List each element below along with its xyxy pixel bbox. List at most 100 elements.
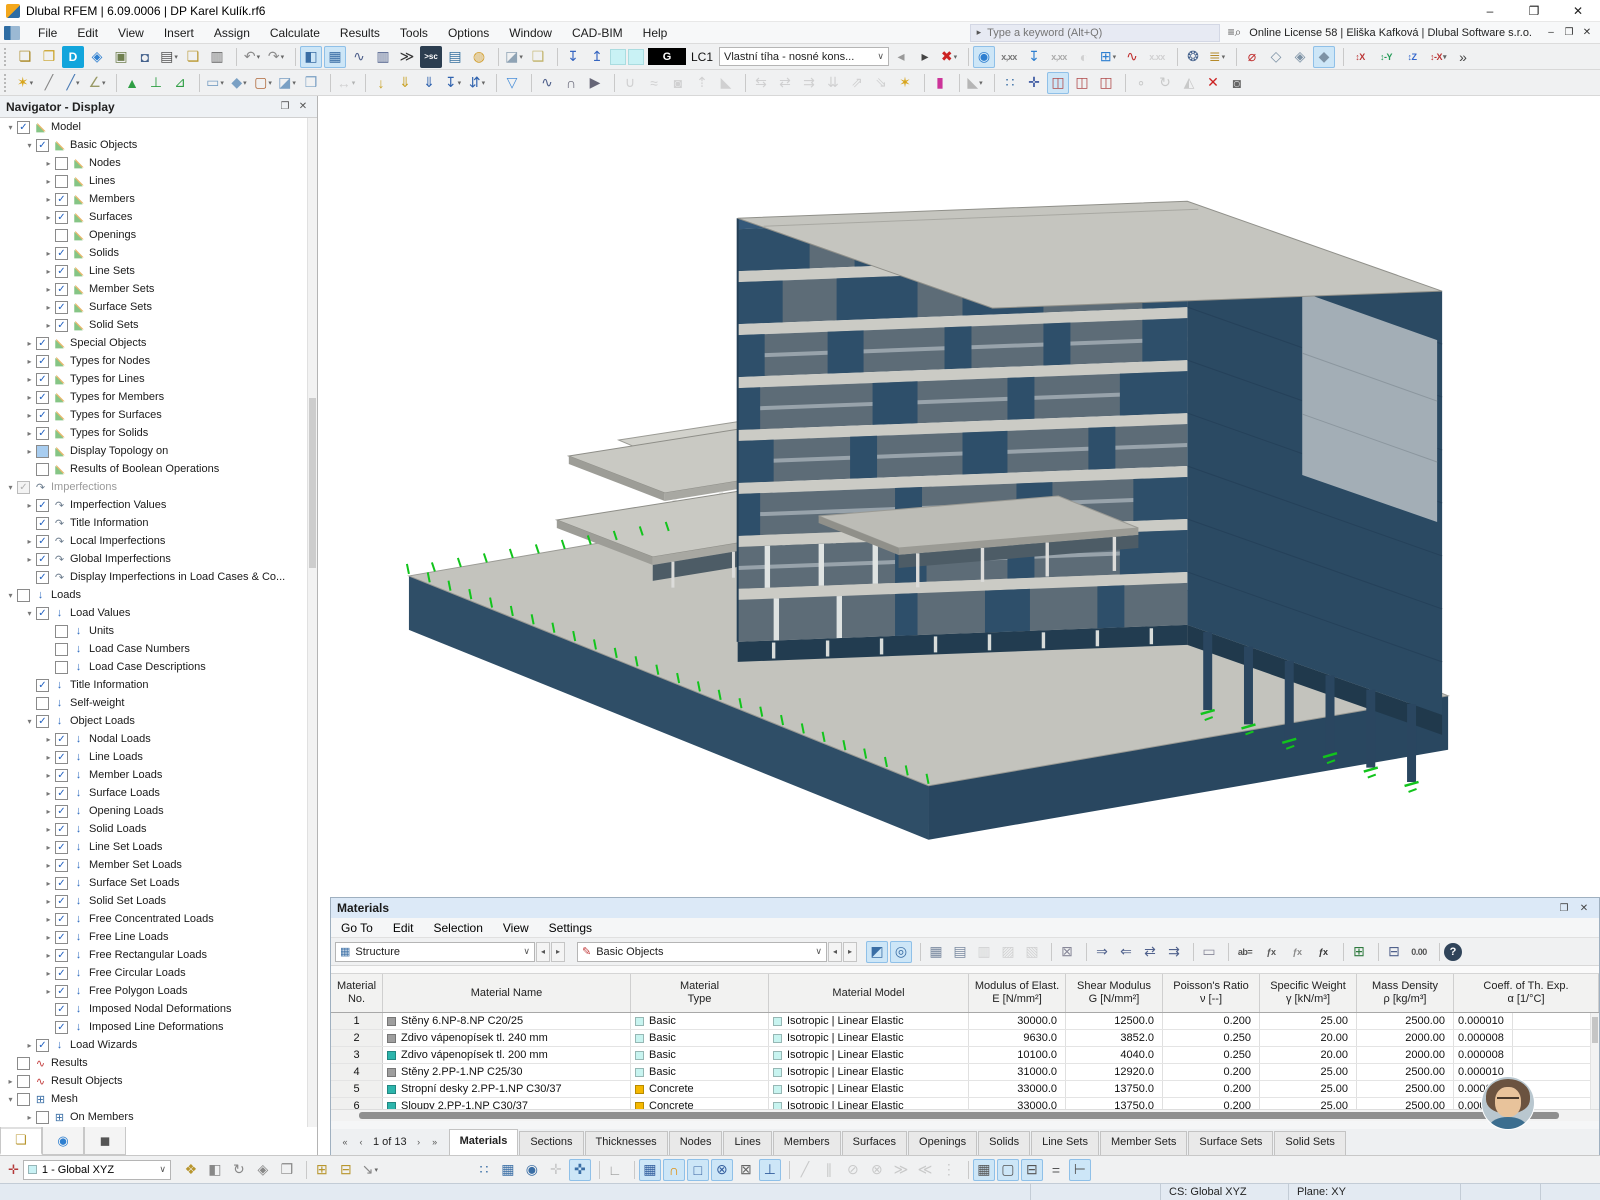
checkbox[interactable]: [36, 534, 49, 548]
cell-material-name[interactable]: Zdivo vápenopísek tl. 240 mm: [383, 1030, 631, 1046]
expander-icon[interactable]: ▸: [42, 969, 55, 978]
wireframe-view-button[interactable]: ◇: [1265, 46, 1287, 68]
toolbar-overflow-button[interactable]: »: [1452, 46, 1474, 68]
tree-item[interactable]: ▾ Model: [0, 118, 307, 136]
tree-item[interactable]: ▸ Line Sets: [0, 262, 307, 280]
tree-item[interactable]: ▸ Nodal Loads: [0, 730, 307, 748]
cell-material-type[interactable]: Basic: [631, 1030, 769, 1046]
tab-openings[interactable]: Openings: [908, 1131, 978, 1155]
equal-spacing-button[interactable]: =: [1045, 1159, 1067, 1181]
section-tool-button[interactable]: ◪: [503, 46, 525, 68]
display-settings-button[interactable]: ◙: [1226, 72, 1248, 94]
cell-shear-modulus[interactable]: 12920.0: [1066, 1064, 1163, 1080]
checkbox[interactable]: [55, 282, 68, 296]
expander-icon[interactable]: ▸: [23, 393, 36, 402]
checkbox[interactable]: [36, 570, 49, 584]
tab-line-sets[interactable]: Line Sets: [1031, 1131, 1099, 1155]
cell-material-model[interactable]: Isotropic | Linear Elastic: [769, 1013, 969, 1029]
tab-surface-sets[interactable]: Surface Sets: [1188, 1131, 1274, 1155]
column-header[interactable]: Material Name: [383, 974, 631, 1012]
last-page-button[interactable]: »: [427, 1137, 443, 1147]
tree-item[interactable]: ▸ Solids: [0, 244, 307, 262]
new-model-button[interactable]: ❏: [14, 46, 36, 68]
tree-item[interactable]: ▾ Load Values: [0, 604, 307, 622]
view-window-button[interactable]: ◧: [204, 1159, 226, 1181]
expander-icon[interactable]: ▸: [42, 285, 55, 294]
expander-icon[interactable]: ▸: [42, 213, 55, 222]
object-snap-button[interactable]: ∘: [1130, 72, 1152, 94]
materials-float-icon[interactable]: ❐: [1555, 903, 1573, 914]
expander-icon[interactable]: ▸: [42, 195, 55, 204]
close-button[interactable]: ✕: [1556, 0, 1600, 21]
new-printout-report-button[interactable]: ❏: [182, 46, 204, 68]
tree-item[interactable]: ▸ Solid Loads: [0, 820, 307, 838]
tree-item[interactable]: ▸ Members: [0, 190, 307, 208]
expander-icon[interactable]: ▾: [23, 141, 36, 150]
table-view-3-button[interactable]: ▥: [973, 941, 995, 963]
checkbox[interactable]: [36, 336, 49, 350]
expander-icon[interactable]: ▸: [23, 375, 36, 384]
new-line-button[interactable]: ╱: [38, 72, 60, 94]
report-table-button[interactable]: ▤: [444, 46, 466, 68]
expander-icon[interactable]: ▾: [4, 483, 17, 492]
previous-load-case-button[interactable]: ◂: [890, 46, 912, 68]
checkbox[interactable]: [36, 498, 49, 512]
navigator-display-tab[interactable]: ◉: [42, 1127, 84, 1155]
new-surface-button[interactable]: ▭: [204, 72, 226, 94]
next-load-case-button[interactable]: ▸: [914, 46, 936, 68]
snap-nearest-button[interactable]: ≫: [890, 1159, 912, 1181]
snap-arc-button[interactable]: ∩: [662, 1158, 685, 1181]
checkbox[interactable]: [17, 588, 30, 602]
search-icon[interactable]: ≡⌕: [1228, 25, 1242, 40]
checkbox[interactable]: [36, 354, 49, 368]
new-surface-support-button[interactable]: ⊿: [169, 72, 191, 94]
checkbox[interactable]: [55, 966, 68, 980]
new-view-button[interactable]: ❖: [180, 1159, 202, 1181]
tree-item[interactable]: ▸ Imperfection Values: [0, 496, 307, 514]
tree-item[interactable]: ▸ Result Objects: [0, 1072, 307, 1090]
cell-specific-weight[interactable]: 20.00: [1260, 1030, 1357, 1046]
show-result-values-button[interactable]: x.xx: [1145, 46, 1169, 68]
workplane-xy-button[interactable]: ◫: [1047, 71, 1069, 94]
view-minus-x-button[interactable]: ↕-X: [1426, 46, 1450, 68]
cell-modulus[interactable]: 10100.0: [969, 1047, 1066, 1063]
snap-grid-toggle-button[interactable]: ▦: [638, 1158, 661, 1181]
tree-item[interactable]: Imposed Line Deformations: [0, 1018, 307, 1036]
minimize-button[interactable]: –: [1468, 0, 1512, 21]
calc-table-button[interactable]: ⊞: [1348, 941, 1370, 963]
cell-specific-weight[interactable]: 25.00: [1260, 1013, 1357, 1029]
tree-item[interactable]: Self-weight: [0, 694, 307, 712]
tab-surfaces[interactable]: Surfaces: [841, 1131, 908, 1155]
tree-item[interactable]: Results of Boolean Operations: [0, 460, 307, 478]
checkbox[interactable]: [55, 228, 68, 242]
checkbox[interactable]: [17, 1074, 30, 1088]
menu-file[interactable]: File: [28, 23, 67, 43]
cell-material-name[interactable]: Stěny 6.NP-8.NP C20/25: [383, 1013, 631, 1029]
tab-solid-sets[interactable]: Solid Sets: [1274, 1131, 1346, 1155]
load-transfer-up-button[interactable]: ↥: [586, 46, 608, 68]
snap-extension-button[interactable]: ∥: [818, 1159, 840, 1181]
result-curve-button[interactable]: ∪: [619, 72, 641, 94]
navigator-scrollbar[interactable]: [307, 118, 317, 1127]
tree-item[interactable]: ▸ Free Polygon Loads: [0, 982, 307, 1000]
menu-tools[interactable]: Tools: [390, 23, 438, 43]
cell-shear-modulus[interactable]: 12500.0: [1066, 1013, 1163, 1029]
tree-item[interactable]: ▾ Mesh: [0, 1090, 307, 1108]
expander-icon[interactable]: ▸: [23, 537, 36, 546]
tab-sections[interactable]: Sections: [519, 1131, 584, 1155]
tree-item[interactable]: ▸ Load Wizards: [0, 1036, 307, 1054]
checkbox[interactable]: [55, 876, 68, 890]
checkbox[interactable]: [17, 1092, 30, 1106]
navigator-close-icon[interactable]: ✕: [295, 101, 311, 112]
expander-icon[interactable]: ▸: [42, 321, 55, 330]
new-nodal-load-button[interactable]: ↓: [370, 72, 392, 94]
mirror-button[interactable]: ◭: [1178, 72, 1200, 94]
cell-material-type[interactable]: Concrete: [631, 1081, 769, 1097]
checkbox[interactable]: [55, 300, 68, 314]
tree-item[interactable]: ▸ Solid Sets: [0, 316, 307, 334]
tables-toggle-button[interactable]: ▦: [324, 45, 346, 68]
cell-thermal-expansion[interactable]: 0.000008: [1454, 1030, 1513, 1046]
scrollbar-thumb[interactable]: [309, 398, 316, 568]
menu-results[interactable]: Results: [330, 23, 390, 43]
view-x-button[interactable]: ↕X: [1348, 46, 1372, 68]
